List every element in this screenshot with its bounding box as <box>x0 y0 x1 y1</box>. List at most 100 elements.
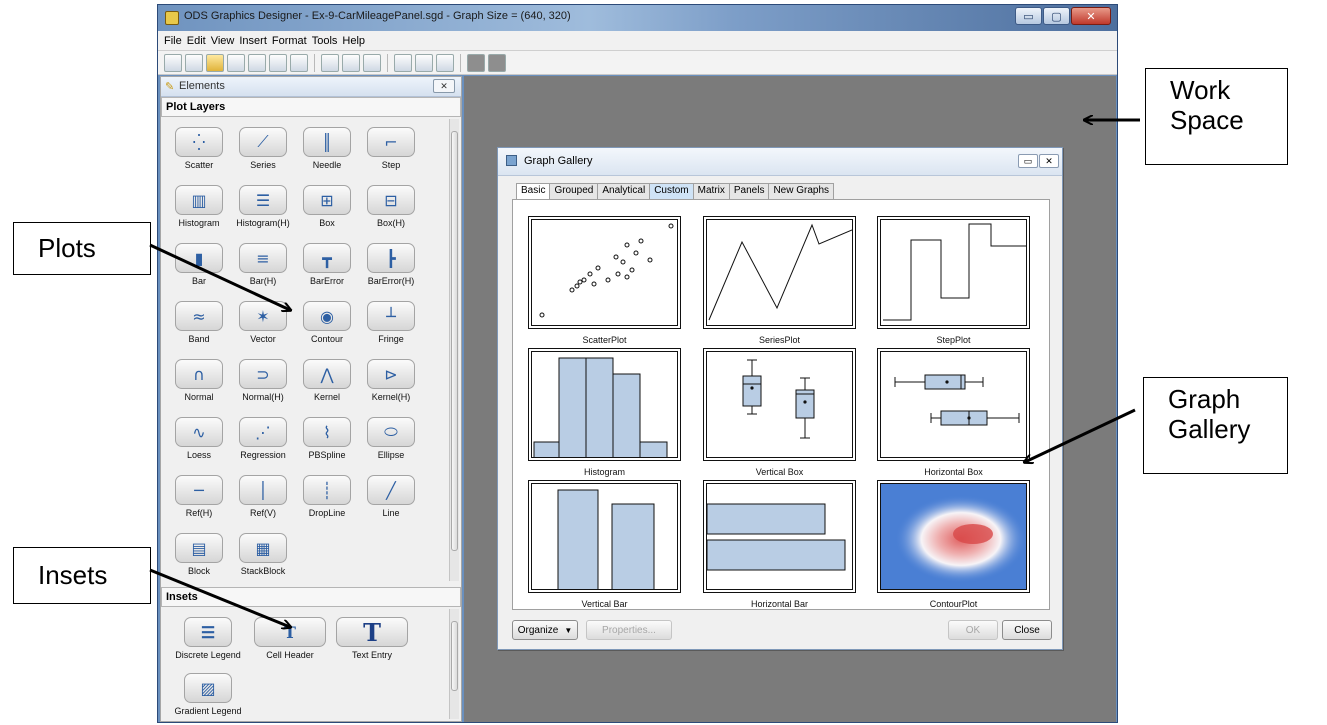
plot-layer-ref-h[interactable]: ─ Ref(H) <box>169 475 229 518</box>
plot-layer-icon: ⊞ <box>303 185 351 215</box>
gallery-item-stepplot[interactable]: StepPlot <box>877 216 1030 345</box>
organize-button[interactable]: Organize ▼ <box>512 620 578 640</box>
plot-layer-pbspline[interactable]: ⌇ PBSpline <box>297 417 357 460</box>
tab-grouped[interactable]: Grouped <box>549 183 599 199</box>
gallery-title-bar[interactable]: Graph Gallery ▭ ✕ <box>498 148 1062 176</box>
gallery-item-contourplot[interactable]: ContourPlot <box>877 480 1030 609</box>
maximize-button[interactable]: ▢ <box>1043 7 1070 25</box>
menu-format[interactable]: Format <box>272 35 307 47</box>
plot-layers-header: Plot Layers <box>161 97 461 117</box>
properties-icon[interactable] <box>415 53 433 72</box>
plot-layer-label: Normal <box>184 392 214 402</box>
plot-layer-dropline[interactable]: ┊ DropLine <box>297 475 357 518</box>
horizontal-box-thumbnail <box>894 374 1020 426</box>
gallery-item-horizontal-bar[interactable]: Horizontal Bar <box>703 480 856 609</box>
inset-discrete-legend[interactable]: ☰ Discrete Legend <box>169 617 247 660</box>
tab-matrix[interactable]: Matrix <box>692 183 730 199</box>
menu-edit[interactable]: Edit <box>187 35 206 47</box>
plot-layer-loess[interactable]: ∿ Loess <box>169 417 229 460</box>
scrollbar-thumb[interactable] <box>451 621 458 691</box>
insets-header: Insets <box>161 587 461 607</box>
plot-layer-vector[interactable]: ✶ Vector <box>233 301 293 344</box>
data-icon[interactable] <box>436 53 454 72</box>
menu-tools[interactable]: Tools <box>312 35 338 47</box>
properties-button[interactable]: Properties... <box>586 620 672 640</box>
tab-new-graphs[interactable]: New Graphs <box>768 183 835 199</box>
plot-layer-regression[interactable]: ⋰ Regression <box>233 417 293 460</box>
menu-help[interactable]: Help <box>342 35 365 47</box>
gallery-item-scatterplot[interactable]: ScatterPlot <box>528 216 681 345</box>
menu-view[interactable]: View <box>211 35 235 47</box>
plot-layer-barerror-h[interactable]: ┣ BarError(H) <box>361 243 421 286</box>
new-graph-icon[interactable] <box>164 53 182 72</box>
tab-analytical[interactable]: Analytical <box>597 183 651 199</box>
print-icon[interactable] <box>269 53 287 72</box>
plot-layer-ellipse[interactable]: ⬭ Ellipse <box>361 417 421 460</box>
plot-layer-box[interactable]: ⊞ Box <box>297 185 357 228</box>
plot-layer-scatter[interactable]: ⁛ Scatter <box>169 127 229 170</box>
plot-layer-label: Step <box>381 160 401 170</box>
inset-cell-header[interactable]: T Cell Header <box>251 617 329 660</box>
gallery-minimize-button[interactable]: ▭ <box>1018 154 1038 168</box>
plot-layers-scrollbar[interactable] <box>449 119 459 581</box>
plot-layer-kernel[interactable]: ⋀ Kernel <box>297 359 357 402</box>
layout-a-icon[interactable] <box>467 53 485 72</box>
plot-layer-step[interactable]: ⌐ Step <box>361 127 421 170</box>
plot-layer-bar-h[interactable]: ≡ Bar(H) <box>233 243 293 286</box>
copy-icon[interactable] <box>363 53 381 72</box>
plot-layer-normal-h[interactable]: ⊃ Normal(H) <box>233 359 293 402</box>
redo-icon[interactable] <box>342 53 360 72</box>
minimize-button[interactable]: ▭ <box>1015 7 1042 25</box>
plot-layer-histogram[interactable]: ▥ Histogram <box>169 185 229 228</box>
plot-layer-needle[interactable]: ║ Needle <box>297 127 357 170</box>
close-button[interactable]: ✕ <box>1071 7 1111 25</box>
panel-close-icon[interactable]: ✕ <box>433 79 455 93</box>
menu-file[interactable]: File <box>164 35 182 47</box>
print-preview-icon[interactable] <box>290 53 308 72</box>
tab-panels[interactable]: Panels <box>728 183 770 199</box>
zoom-icon[interactable] <box>394 53 412 72</box>
plot-layer-contour[interactable]: ◉ Contour <box>297 301 357 344</box>
layout-b-icon[interactable] <box>488 53 506 72</box>
gallery-item-seriesplot[interactable]: SeriesPlot <box>703 216 856 345</box>
plot-layer-block[interactable]: ▤ Block <box>169 533 229 576</box>
insets-scrollbar[interactable] <box>449 609 459 719</box>
plot-layer-kernel-h[interactable]: ⊳ Kernel(H) <box>361 359 421 402</box>
tab-custom[interactable]: Custom <box>649 183 694 199</box>
plot-layer-stackblock[interactable]: ▦ StackBlock <box>233 533 293 576</box>
plot-layer-ref-v[interactable]: │ Ref(V) <box>233 475 293 518</box>
plot-layer-label: Regression <box>240 450 286 460</box>
menu-insert[interactable]: Insert <box>239 35 267 47</box>
gallery-item-vertical-bar[interactable]: Vertical Bar <box>528 480 681 609</box>
gallery-item-horizontal-box[interactable]: Horizontal Box <box>877 348 1030 477</box>
plot-layer-band[interactable]: ≈ Band <box>169 301 229 344</box>
scrollbar-thumb[interactable] <box>451 131 458 551</box>
open-icon[interactable] <box>206 53 224 72</box>
title-bar[interactable]: ODS Graphics Designer - Ex-9-CarMileageP… <box>158 5 1117 31</box>
plot-layer-icon: ◉ <box>303 301 351 331</box>
save-icon[interactable] <box>227 53 245 72</box>
plot-layer-box-h[interactable]: ⊟ Box(H) <box>361 185 421 228</box>
inset-text-entry[interactable]: T Text Entry <box>333 617 411 660</box>
gallery-item-histogram[interactable]: Histogram <box>528 348 681 477</box>
plot-layer-bar[interactable]: ▮ Bar <box>169 243 229 286</box>
plot-layer-label: Histogram <box>178 218 220 228</box>
inset-gradient-legend[interactable]: ▨ Gradient Legend <box>169 673 247 716</box>
gallery-thumbnails: ScatterPlot SeriesPlot StepPlot Histogra… <box>512 199 1050 610</box>
inset-icon: ☰ <box>184 617 232 647</box>
gallery-item-vertical-box[interactable]: Vertical Box <box>703 348 856 477</box>
ok-button[interactable]: OK <box>948 620 998 640</box>
toolbar-separator <box>460 53 461 72</box>
plot-layer-histogram-h[interactable]: ☰ Histogram(H) <box>233 185 293 228</box>
plot-layer-normal[interactable]: ∩ Normal <box>169 359 229 402</box>
plot-layer-fringe[interactable]: ┴ Fringe <box>361 301 421 344</box>
app-icon <box>165 11 179 25</box>
undo-icon[interactable] <box>321 53 339 72</box>
new-from-gallery-icon[interactable] <box>185 53 203 72</box>
plot-layer-barerror[interactable]: ┳ BarError <box>297 243 357 286</box>
plot-layer-series[interactable]: ⟋ Series <box>233 127 293 170</box>
plot-layer-line[interactable]: ╱ Line <box>361 475 421 518</box>
gallery-close-icon[interactable]: ✕ <box>1039 154 1059 168</box>
save-as-icon[interactable] <box>248 53 266 72</box>
close-dialog-button[interactable]: Close <box>1002 620 1052 640</box>
